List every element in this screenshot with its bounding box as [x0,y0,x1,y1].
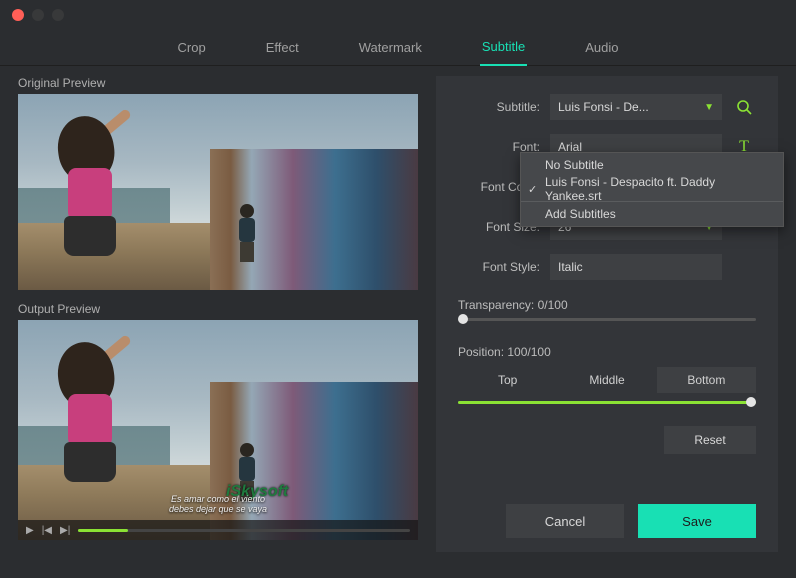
output-preview-label: Output Preview [18,302,418,316]
playback-slider[interactable] [78,529,410,532]
prev-button[interactable]: |◀ [42,525,52,536]
chevron-down-icon: ▼ [704,102,714,113]
subtitle-option-none[interactable]: No Subtitle [521,153,783,177]
position-top-button[interactable]: Top [458,367,557,393]
main-tabs: Crop Effect Watermark Subtitle Audio [0,30,796,66]
save-button[interactable]: Save [638,504,756,538]
subtitle-panel: Subtitle: Luis Fonsi - De...▼ Font: Aria… [436,76,778,552]
position-slider[interactable] [458,401,756,404]
tab-crop[interactable]: Crop [176,30,208,66]
window-controls [0,0,796,30]
search-subtitle-button[interactable] [732,95,756,119]
position-middle-button[interactable]: Middle [557,367,656,393]
cancel-button[interactable]: Cancel [506,504,624,538]
tab-subtitle[interactable]: Subtitle [480,30,527,66]
play-button[interactable]: ▶ [26,525,34,536]
original-preview-label: Original Preview [18,76,418,90]
position-bottom-button[interactable]: Bottom [657,367,756,393]
reset-button[interactable]: Reset [664,426,756,454]
minimize-window-button[interactable] [32,9,44,21]
player-controls: ▶ |◀ ▶| [18,520,418,540]
close-window-button[interactable] [12,9,24,21]
subtitle-option-selected[interactable]: ✓ Luis Fonsi - Despacito ft. Daddy Yanke… [521,177,783,201]
font-style-dropdown[interactable]: Italic [550,254,722,280]
subtitle-caption: Es amar como el vientodebes dejar que se… [169,494,267,514]
next-button[interactable]: ▶| [60,525,70,536]
subtitle-dropdown[interactable]: Luis Fonsi - De...▼ [550,94,722,120]
subtitle-field-label: Subtitle: [458,100,540,114]
position-buttons: Top Middle Bottom [458,367,756,393]
tab-effect[interactable]: Effect [264,30,301,66]
position-label: Position: 100/100 [458,345,756,359]
subtitle-dropdown-menu: No Subtitle ✓ Luis Fonsi - Despacito ft.… [520,152,784,227]
transparency-label: Transparency: 0/100 [458,298,756,312]
original-preview [18,94,418,290]
output-preview: iSkysoft Es amar como el vientodebes dej… [18,320,418,540]
add-subtitles-option[interactable]: Add Subtitles [521,202,783,226]
transparency-slider[interactable] [458,318,756,321]
tab-watermark[interactable]: Watermark [357,30,424,66]
maximize-window-button[interactable] [52,9,64,21]
font-style-label: Font Style: [458,260,540,274]
tab-audio[interactable]: Audio [583,30,620,66]
search-icon [736,99,752,115]
check-icon: ✓ [528,183,537,196]
